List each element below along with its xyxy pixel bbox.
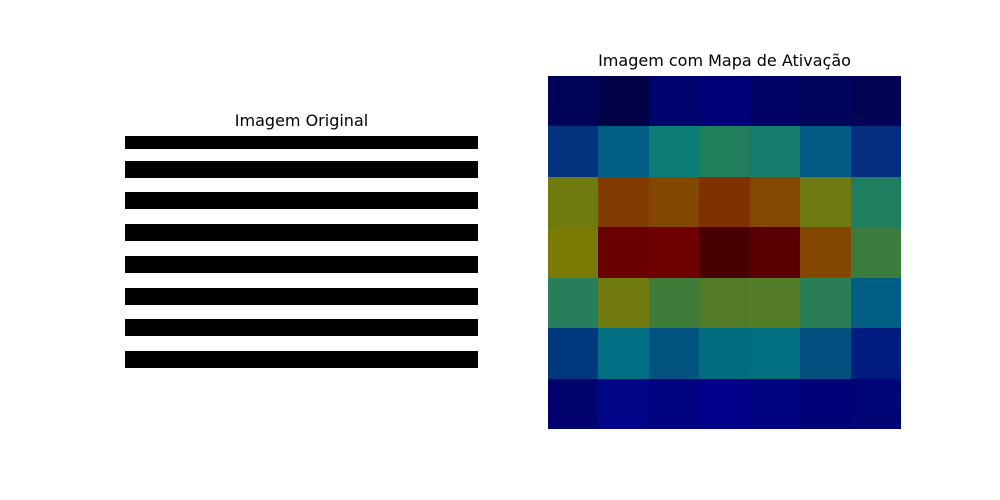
heatmap-cell — [548, 379, 598, 429]
heatmap-cell — [699, 328, 750, 379]
heatmap-cell — [750, 177, 800, 227]
heatmap-cell — [699, 177, 750, 227]
heatmap-cell — [851, 227, 901, 278]
heatmap-cell — [649, 126, 699, 177]
heatmap-cell — [699, 379, 750, 429]
heatmap-cell — [649, 379, 699, 429]
heatmap-cell — [548, 278, 598, 328]
heatmap-cell — [851, 177, 901, 227]
heatmap-cell — [598, 177, 649, 227]
heatmap-cell — [548, 177, 598, 227]
heatmap-cell — [649, 227, 699, 278]
heatmap-cell — [800, 278, 851, 328]
heatmap-cell — [800, 379, 851, 429]
stripe — [125, 136, 478, 149]
stripe — [125, 351, 478, 368]
heatmap-cell — [750, 278, 800, 328]
heatmap-cell — [699, 278, 750, 328]
heatmap-cell — [548, 227, 598, 278]
heatmap-cell — [800, 227, 851, 278]
heatmap-cell — [598, 278, 649, 328]
stripe — [125, 224, 478, 241]
heatmap-cell — [649, 278, 699, 328]
activation-map-image — [548, 76, 901, 429]
original-image-title: Imagem Original — [234, 111, 369, 130]
heatmap-cell — [699, 126, 750, 177]
heatmap-cell — [598, 76, 649, 126]
stripe — [125, 288, 478, 305]
heatmap-cell — [699, 227, 750, 278]
heatmap-cell — [851, 76, 901, 126]
heatmap-cell — [750, 379, 800, 429]
heatmap-cell — [750, 328, 800, 379]
heatmap-cell — [649, 76, 699, 126]
heatmap-cell — [750, 76, 800, 126]
heatmap-cell — [598, 328, 649, 379]
heatmap-cell — [598, 227, 649, 278]
activation-map-title: Imagem com Mapa de Ativação — [598, 51, 851, 70]
stripe — [125, 256, 478, 273]
heatmap-cell — [750, 126, 800, 177]
heatmap-cell — [851, 379, 901, 429]
heatmap-cell — [649, 177, 699, 227]
heatmap-cell — [851, 278, 901, 328]
original-image — [125, 136, 478, 368]
heatmap-cell — [548, 328, 598, 379]
heatmap-cell — [548, 126, 598, 177]
stripe — [125, 192, 478, 209]
heatmap-cell — [800, 328, 851, 379]
heatmap-cell — [598, 379, 649, 429]
stripe — [125, 319, 478, 336]
heatmap-cell — [699, 76, 750, 126]
heatmap-cell — [800, 126, 851, 177]
stripe — [125, 161, 478, 178]
heatmap-cell — [800, 177, 851, 227]
heatmap-cell — [851, 328, 901, 379]
heatmap-cell — [750, 227, 800, 278]
heatmap-cell — [548, 76, 598, 126]
heatmap-cell — [649, 328, 699, 379]
heatmap-cell — [598, 126, 649, 177]
heatmap-cell — [851, 126, 901, 177]
heatmap-cell — [800, 76, 851, 126]
